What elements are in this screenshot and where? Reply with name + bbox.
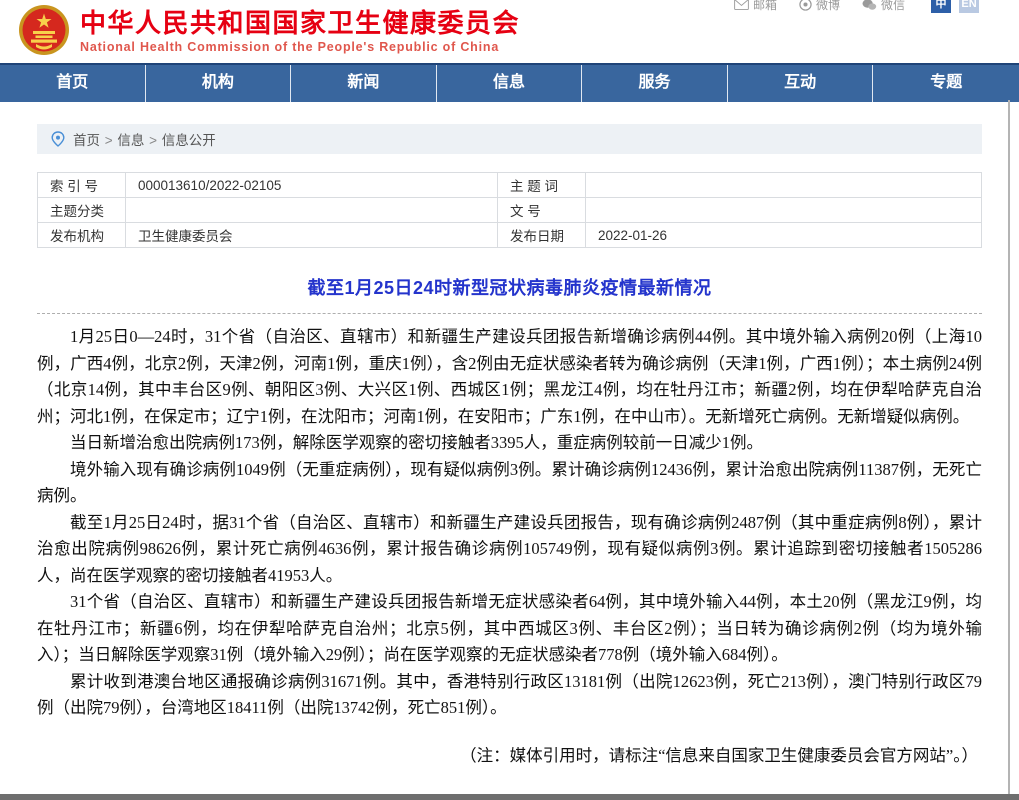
lang-en-button[interactable]: EN (959, 0, 979, 13)
breadcrumb-separator: > (101, 133, 116, 148)
national-emblem-logo (18, 4, 70, 56)
site-header: 中华人民共和国国家卫生健康委员会 National Health Commiss… (0, 0, 1019, 63)
page: 中华人民共和国国家卫生健康委员会 National Health Commiss… (0, 0, 1019, 800)
brand-text: 中华人民共和国国家卫生健康委员会 National Health Commiss… (80, 7, 520, 54)
article-note: （注：媒体引用时，请标注“信息来自国家卫生健康委员会官方网站”。） (37, 742, 982, 766)
breadcrumb-item[interactable]: 信息 (117, 133, 144, 148)
content-area: 索 引 号000013610/2022-02105主 题 词主题分类文 号发布机… (37, 172, 982, 766)
nav-item[interactable]: 首页 (0, 65, 146, 102)
site-title: 中华人民共和国国家卫生健康委员会 (80, 7, 520, 39)
mail-icon (734, 0, 749, 10)
wechat-link-label: 微信 (881, 0, 905, 13)
nav-item[interactable]: 信息 (437, 65, 583, 102)
article-body: 1月25日0—24时，31个省（自治区、直辖市）和新疆生产建设兵团报告新增确诊病… (37, 324, 982, 722)
nav-item[interactable]: 专题 (873, 65, 1019, 102)
location-pin-icon (51, 131, 65, 147)
breadcrumb-item[interactable]: 信息公开 (162, 133, 216, 148)
wechat-icon (862, 0, 877, 11)
meta-label: 发布机构 (38, 223, 126, 248)
brand[interactable]: 中华人民共和国国家卫生健康委员会 National Health Commiss… (18, 4, 520, 56)
article-paragraph: 1月25日0—24时，31个省（自治区、直辖市）和新疆生产建设兵团报告新增确诊病… (37, 324, 982, 430)
meta-label: 文 号 (498, 198, 586, 223)
meta-value (586, 198, 982, 223)
weibo-link-label: 微博 (816, 0, 840, 13)
breadcrumb-separator: > (145, 133, 160, 148)
weibo-link[interactable]: 微博 (799, 0, 840, 13)
scrollbar-track[interactable] (1008, 100, 1010, 800)
nav-item[interactable]: 新闻 (291, 65, 437, 102)
article-paragraph: 31个省（自治区、直辖市）和新疆生产建设兵团报告新增无症状感染者64例，其中境外… (37, 589, 982, 669)
meta-value (126, 198, 498, 223)
main-nav: 首页机构新闻信息服务互动专题 (0, 63, 1019, 102)
mail-link-label: 邮箱 (753, 0, 777, 13)
meta-label: 发布日期 (498, 223, 586, 248)
weibo-icon (799, 0, 812, 11)
meta-label: 主 题 词 (498, 173, 586, 198)
mail-link[interactable]: 邮箱 (734, 0, 777, 13)
article-paragraph: 累计收到港澳台地区通报确诊病例31671例。其中，香港特别行政区13181例（出… (37, 669, 982, 722)
nav-item[interactable]: 机构 (146, 65, 292, 102)
site-subtitle: National Health Commission of the People… (80, 40, 520, 54)
meta-value (586, 173, 982, 198)
wechat-link[interactable]: 微信 (862, 0, 905, 13)
article-paragraph: 境外输入现有确诊病例1049例（无重症病例），现有疑似病例3例。累计确诊病例12… (37, 457, 982, 510)
article-paragraph: 截至1月25日24时，据31个省（自治区、直辖市）和新疆生产建设兵团报告，现有确… (37, 510, 982, 590)
meta-value: 2022-01-26 (586, 223, 982, 248)
breadcrumb-item[interactable]: 首页 (73, 133, 100, 148)
breadcrumb-items: 首页 > 信息 > 信息公开 (73, 129, 216, 149)
meta-row: 发布机构卫生健康委员会发布日期2022-01-26 (38, 223, 982, 248)
breadcrumb: 首页 > 信息 > 信息公开 (37, 124, 982, 154)
nav-item[interactable]: 服务 (582, 65, 728, 102)
meta-value: 000013610/2022-02105 (126, 173, 498, 198)
lang-zh-button[interactable]: 中 (931, 0, 951, 13)
quickbar: 邮箱 微博 微信 中 EN (734, 0, 979, 14)
article-paragraph: 当日新增治愈出院病例173例，解除医学观察的密切接触者3395人，重症病例较前一… (37, 430, 982, 457)
meta-value: 卫生健康委员会 (126, 223, 498, 248)
dotted-divider (37, 313, 982, 314)
nav-item[interactable]: 互动 (728, 65, 874, 102)
article-title: 截至1月25日24时新型冠状病毒肺炎疫情最新情况 (37, 274, 982, 300)
meta-row: 索 引 号000013610/2022-02105主 题 词 (38, 173, 982, 198)
footer-bar (0, 794, 1019, 800)
meta-label: 索 引 号 (38, 173, 126, 198)
meta-row: 主题分类 文 号 (38, 198, 982, 223)
document-meta-table: 索 引 号000013610/2022-02105主 题 词主题分类文 号发布机… (37, 172, 982, 248)
meta-label: 主题分类 (38, 198, 126, 223)
